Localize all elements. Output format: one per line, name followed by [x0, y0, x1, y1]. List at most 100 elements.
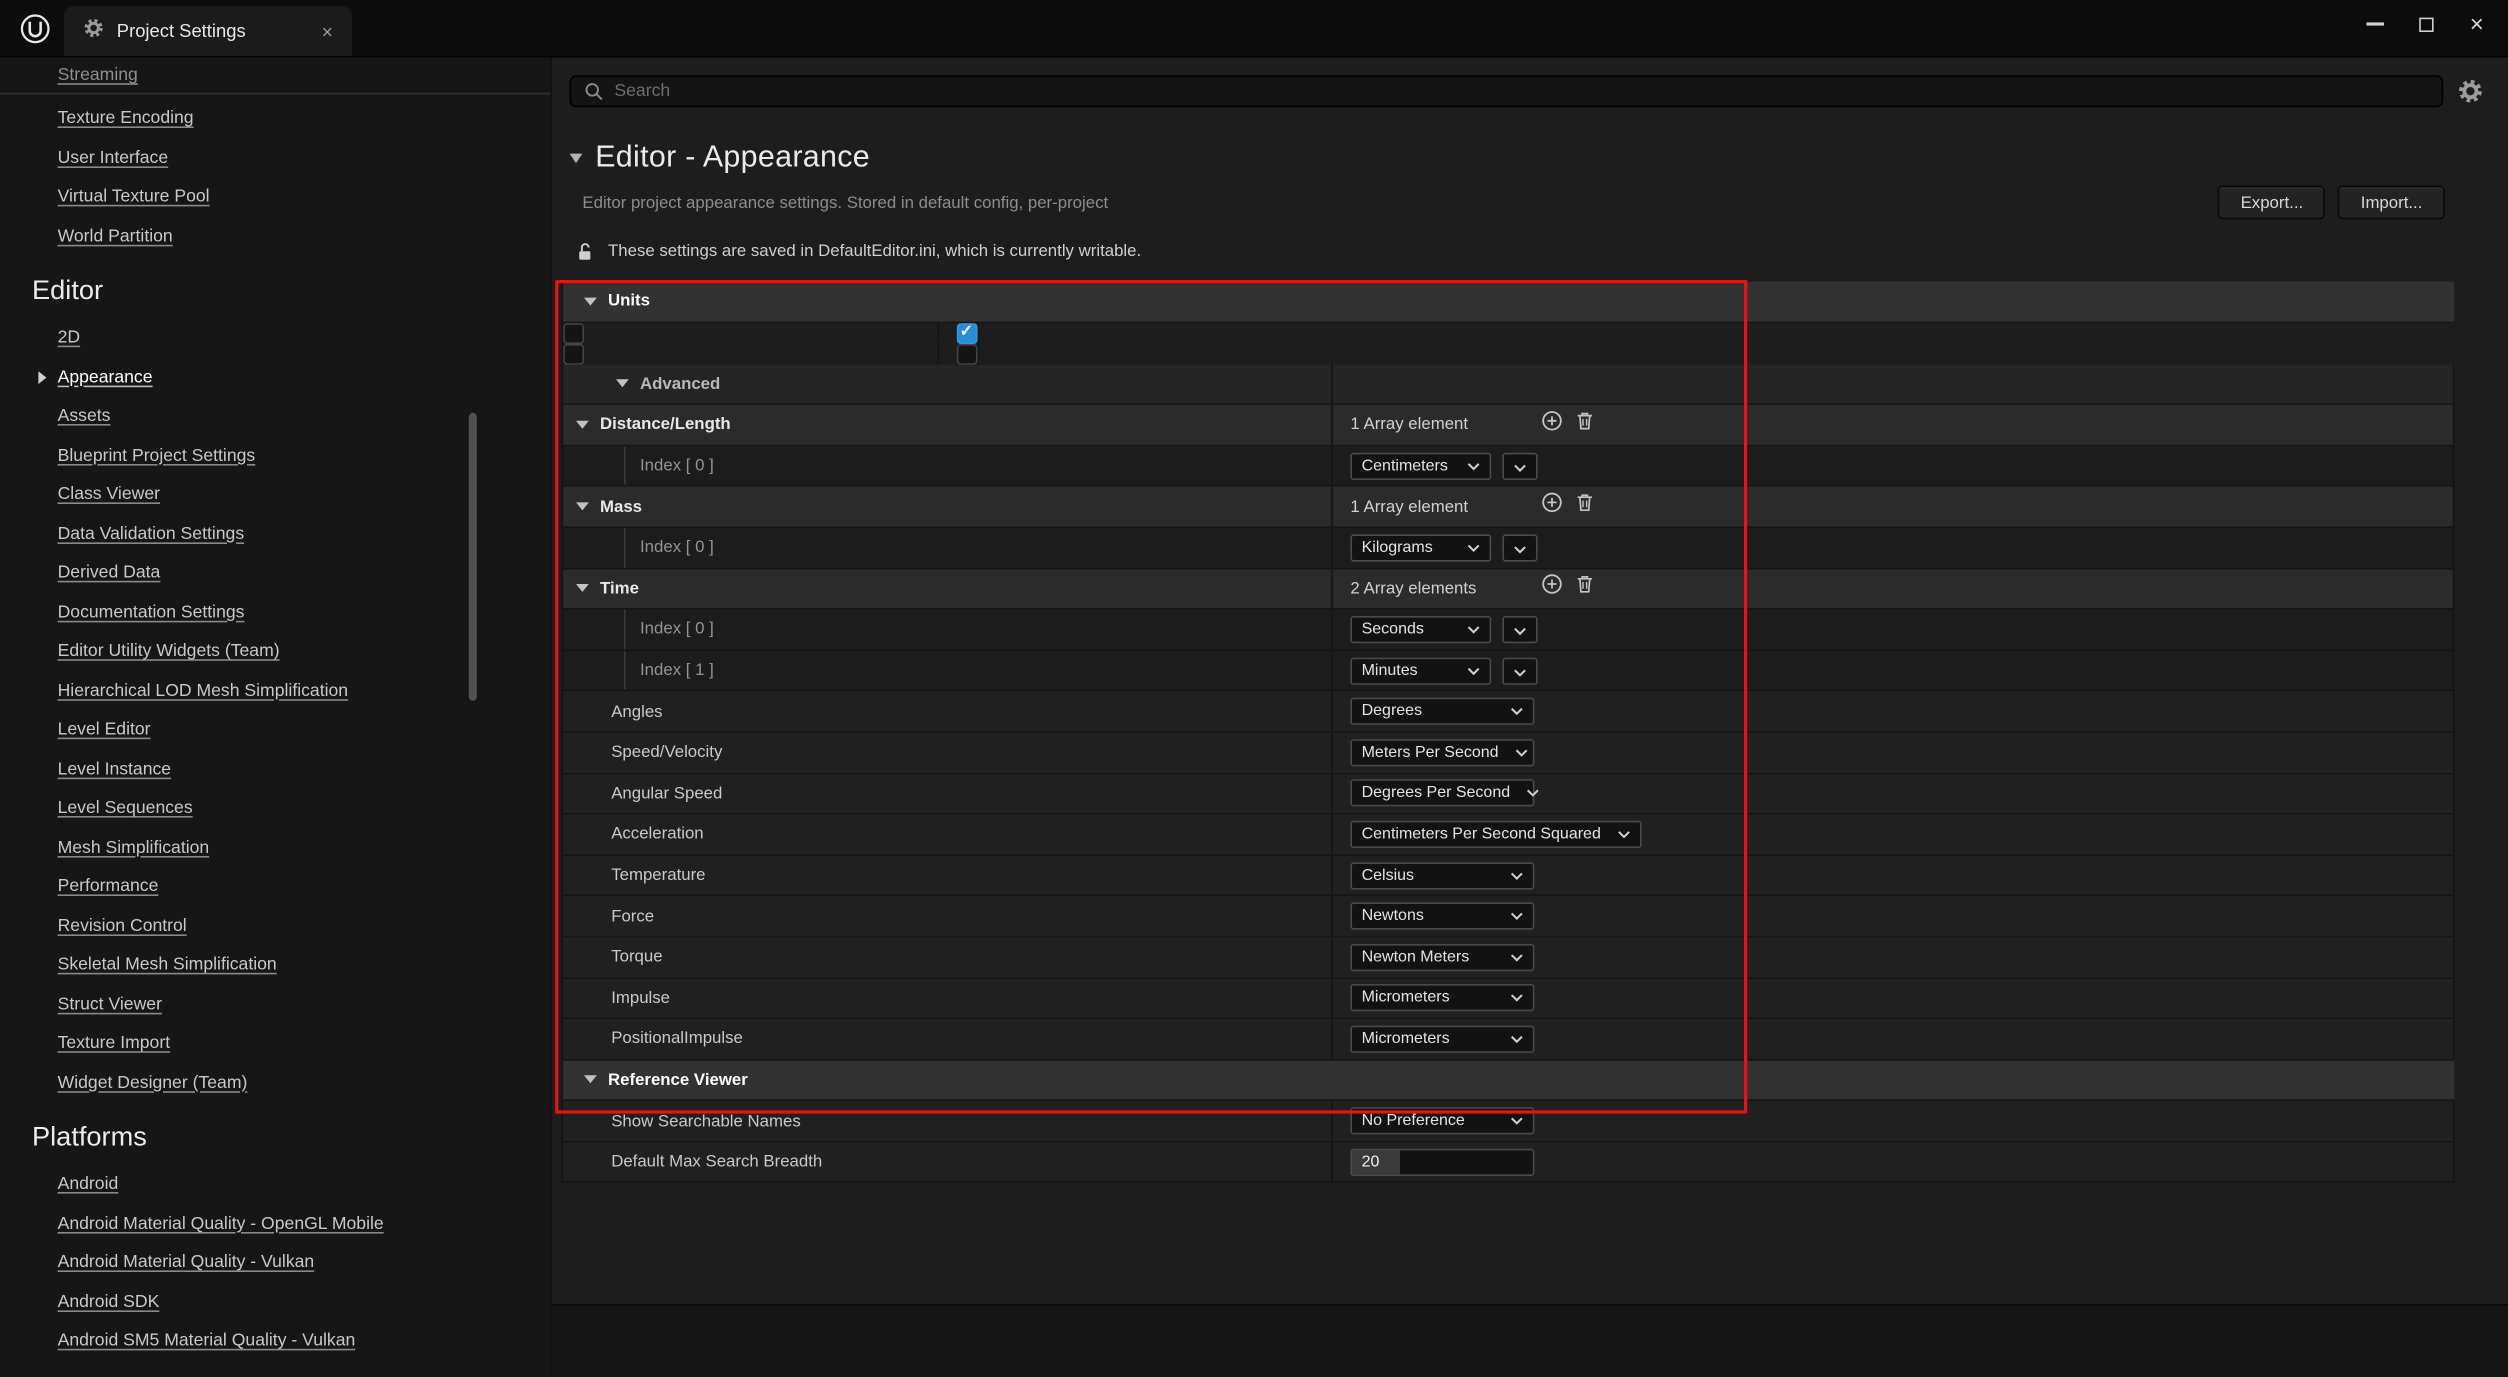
element-options-button[interactable] — [1502, 534, 1537, 561]
dropdown-newtons[interactable]: Newtons — [1350, 903, 1534, 930]
settings-row-acceleration: AccelerationCentimeters Per Second Squar… — [563, 815, 2454, 856]
collapse-triangle-icon[interactable] — [576, 585, 589, 593]
collapse-triangle-icon[interactable] — [576, 503, 589, 511]
checkbox[interactable] — [956, 343, 977, 364]
view-options-button[interactable] — [2458, 78, 2484, 104]
sidebar-list: Streaming Texture Encoding User Interface V… — [0, 58, 550, 1361]
settings-row-display-units-on-component-transforms: Display Units on Component Transforms — [563, 343, 584, 364]
collapse-triangle-icon[interactable] — [616, 380, 629, 388]
search-box — [570, 75, 2444, 107]
sidebar-item-android[interactable]: Android — [0, 1165, 550, 1204]
dropdown-degrees-per-second[interactable]: Degrees Per Second — [1350, 780, 1534, 807]
sidebar-item-label: Android SDK — [58, 1292, 160, 1311]
row-label: Index [ 1 ] — [640, 661, 714, 680]
search-input[interactable] — [571, 80, 2441, 102]
dropdown-minutes[interactable]: Minutes — [1350, 657, 1491, 684]
row-value-cell: Centimeters — [1333, 446, 2455, 485]
import-button[interactable]: Import... — [2338, 186, 2444, 220]
delete-elements-button[interactable] — [1574, 410, 1595, 440]
search-row — [570, 75, 2484, 107]
sidebar-item-android-sm5-material-quality-vulkan[interactable]: Android SM5 Material Quality - Vulkan — [0, 1322, 550, 1361]
sidebar-item-skeletal-mesh-simplification[interactable]: Skeletal Mesh Simplification — [0, 946, 550, 985]
sidebar-item-android-material-quality-opengl-mobile[interactable]: Android Material Quality - OpenGL Mobile — [0, 1204, 550, 1243]
row-label: Temperature — [611, 866, 705, 885]
sidebar-item-texture-encoding[interactable]: Texture Encoding — [0, 99, 550, 138]
sidebar-item-2d[interactable]: 2D — [0, 318, 550, 357]
config-info-line: These settings are saved in DefaultEdito… — [576, 240, 2508, 262]
row-label-cell: Impulse — [563, 978, 1333, 1017]
row-label-cell: Index [ 0 ] — [563, 446, 1333, 485]
delete-elements-button[interactable] — [1574, 491, 1595, 521]
dropdown-no-preference[interactable]: No Preference — [1350, 1107, 1534, 1134]
add-element-button[interactable] — [1541, 491, 1563, 521]
settings-row-reference-viewer[interactable]: Reference Viewer — [563, 1060, 2454, 1101]
checkbox[interactable]: ✓ — [956, 323, 977, 344]
sidebar-item-android-sdk[interactable]: Android SDK — [0, 1282, 550, 1321]
sidebar-item-widget-designer-team[interactable]: Widget Designer (Team) — [0, 1063, 550, 1102]
sidebar-item-user-interface[interactable]: User Interface — [0, 138, 550, 177]
element-options-button[interactable] — [1502, 616, 1537, 643]
dropdown-seconds[interactable]: Seconds — [1350, 616, 1491, 643]
dropdown-micrometers[interactable]: Micrometers — [1350, 1025, 1534, 1052]
settings-row-units[interactable]: Units — [563, 282, 2454, 323]
dropdown-chevron-icon — [1510, 1035, 1523, 1043]
sidebar-item-label: Hierarchical LOD Mesh Simplification — [58, 681, 349, 700]
selected-marker-icon — [38, 371, 46, 384]
maximize-button[interactable] — [2400, 0, 2451, 48]
sidebar-item-android-material-quality-vulkan[interactable]: Android Material Quality - Vulkan — [0, 1243, 550, 1282]
element-options-button[interactable] — [1502, 657, 1537, 684]
dropdown-chevron-icon — [1467, 462, 1480, 470]
sidebar-item-streaming[interactable]: Streaming — [0, 58, 550, 93]
row-label-cell: Distance/Length — [563, 405, 1333, 444]
close-button[interactable]: × — [2451, 0, 2502, 48]
add-element-button[interactable] — [1541, 573, 1563, 603]
array-element-count: 1 Array element — [1350, 497, 1529, 516]
delete-elements-button[interactable] — [1574, 573, 1595, 603]
sidebar-item-virtual-texture-pool[interactable]: Virtual Texture Pool — [0, 178, 550, 217]
settings-row-index-0: Index [ 0 ] Centimeters — [563, 446, 2454, 487]
minimize-button[interactable] — [2349, 0, 2400, 48]
dropdown-chevron-icon — [1526, 789, 1539, 797]
settings-row-display-units-on-applicable-properties: Display Units on Applicable Properties✓ — [563, 323, 584, 344]
sidebar-item-label: Streaming — [58, 66, 138, 85]
dropdown-kilograms[interactable]: Kilograms — [1350, 534, 1491, 561]
collapse-triangle-icon[interactable] — [576, 421, 589, 429]
dropdown-value: Degrees Per Second — [1362, 785, 1511, 803]
sidebar-item-label: User Interface — [58, 148, 169, 167]
dropdown-value: Centimeters — [1362, 457, 1448, 475]
element-options-button[interactable] — [1502, 452, 1537, 479]
page-subheader: Editor project appearance settings. Stor… — [582, 186, 2444, 220]
dropdown-newton-meters[interactable]: Newton Meters — [1350, 944, 1534, 971]
number-input[interactable]: 20 — [1350, 1148, 1534, 1175]
sidebar-item-world-partition[interactable]: World Partition — [0, 217, 550, 256]
row-label: Advanced — [640, 374, 720, 393]
row-value-cell: ✓ — [938, 323, 978, 344]
tab-project-settings[interactable]: Project Settings × — [64, 6, 352, 56]
dropdown-centimeters-per-second-squared[interactable]: Centimeters Per Second Squared — [1350, 821, 1640, 848]
sidebar-item-performance[interactable]: Performance — [0, 867, 550, 906]
tab-close-icon[interactable]: × — [293, 22, 333, 41]
add-element-button[interactable] — [1541, 410, 1563, 440]
sidebar-item-level-sequences[interactable]: Level Sequences — [0, 789, 550, 828]
row-label-cell: Advanced — [563, 364, 1333, 403]
sidebar-item-appearance[interactable]: Appearance — [0, 358, 550, 397]
dropdown-centimeters[interactable]: Centimeters — [1350, 452, 1491, 479]
export-button[interactable]: Export... — [2218, 186, 2325, 220]
sidebar-item-texture-import[interactable]: Texture Import — [0, 1024, 550, 1063]
dropdown-chevron-icon — [1510, 871, 1523, 879]
dropdown-micrometers[interactable]: Micrometers — [1350, 984, 1534, 1011]
dropdown-chevron-icon — [1510, 953, 1523, 961]
row-label-cell: Temperature — [563, 856, 1333, 895]
sidebar-item-revision-control[interactable]: Revision Control — [0, 906, 550, 945]
sidebar-item-mesh-simplification[interactable]: Mesh Simplification — [0, 828, 550, 867]
sidebar-scrollbar[interactable] — [469, 413, 477, 701]
sidebar-item-level-instance[interactable]: Level Instance — [0, 750, 550, 789]
sidebar-item-level-editor[interactable]: Level Editor — [0, 710, 550, 749]
dropdown-degrees[interactable]: Degrees — [1350, 698, 1534, 725]
dropdown-celsius[interactable]: Celsius — [1350, 862, 1534, 889]
dropdown-meters-per-second[interactable]: Meters Per Second — [1350, 739, 1534, 766]
dropdown-chevron-icon — [1467, 666, 1480, 674]
collapse-triangle-icon[interactable] — [570, 154, 583, 164]
sidebar-section-platforms: Platforms — [0, 1102, 550, 1164]
sidebar-item-struct-viewer[interactable]: Struct Viewer — [0, 985, 550, 1024]
